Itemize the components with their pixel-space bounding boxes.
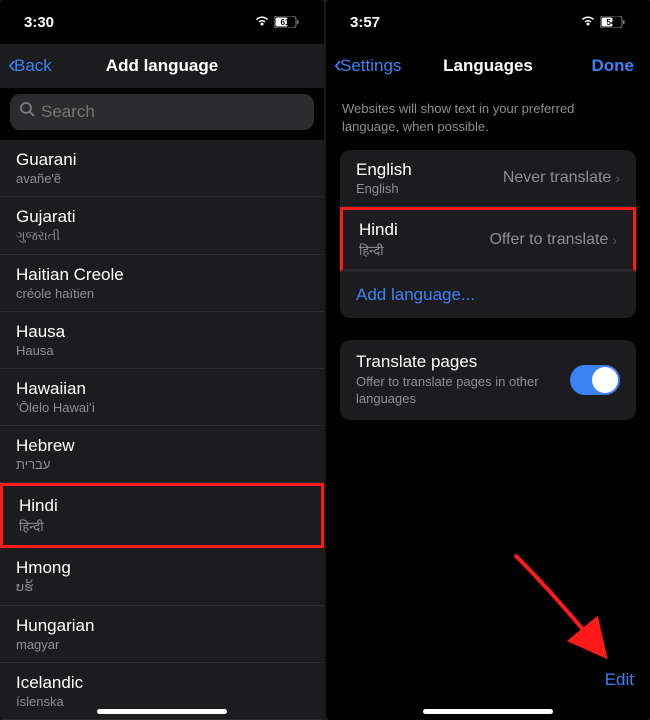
edit-button[interactable]: Edit xyxy=(605,670,634,690)
language-action: Offer to translate › xyxy=(489,231,617,249)
status-bar: 3:30 61 xyxy=(0,0,324,44)
language-name: Hindi xyxy=(19,496,305,516)
language-item[interactable]: Hmongບຮ້ xyxy=(0,548,324,606)
language-name: Hungarian xyxy=(16,616,308,636)
language-name: Hawaiian xyxy=(16,379,308,399)
back-label: Settings xyxy=(340,56,401,76)
description-text: Websites will show text in your preferre… xyxy=(326,88,650,150)
page-title: Add language xyxy=(106,56,218,76)
status-bar: 3:57 54 xyxy=(326,0,650,44)
language-name: Hebrew xyxy=(16,436,308,456)
nav-bar: ‹ Back Add language xyxy=(0,44,324,88)
language-name: Hindi xyxy=(359,220,489,240)
language-name: English xyxy=(356,160,503,180)
language-native: עברית xyxy=(16,457,308,472)
page-title: Languages xyxy=(443,56,533,76)
language-native: English xyxy=(356,181,503,196)
svg-text:61: 61 xyxy=(281,18,290,27)
translate-toggle[interactable] xyxy=(570,365,620,395)
language-native: हिन्दी xyxy=(19,517,305,535)
translate-desc: Offer to translate pages in other langua… xyxy=(356,374,546,408)
annotation-arrow xyxy=(505,545,615,670)
language-native: ບຮ້ xyxy=(16,579,308,595)
search-input[interactable] xyxy=(41,102,304,122)
translate-pages-row: Translate pages Offer to translate pages… xyxy=(340,340,636,420)
language-item[interactable]: HausaHausa xyxy=(0,312,324,369)
home-indicator[interactable] xyxy=(423,709,553,714)
search-bar[interactable] xyxy=(10,94,314,130)
language-item[interactable]: HawaiianʻŌlelo Hawaiʻi xyxy=(0,369,324,426)
configured-language-item[interactable]: Hindiहिन्दीOffer to translate › xyxy=(340,207,636,272)
back-button[interactable]: ‹ Back xyxy=(8,53,52,79)
status-icons: 61 xyxy=(254,14,300,30)
back-label: Back xyxy=(14,56,52,76)
language-item[interactable]: Guaraniavañe'ẽ xyxy=(0,140,324,197)
chevron-right-icon: › xyxy=(612,232,617,248)
search-icon xyxy=(20,102,35,122)
language-item[interactable]: Hungarianmagyar xyxy=(0,606,324,663)
language-name: Haitian Creole xyxy=(16,265,308,285)
language-native: avañe'ẽ xyxy=(16,171,308,186)
status-time: 3:30 xyxy=(24,14,54,31)
language-native: Hausa xyxy=(16,343,308,358)
wifi-icon xyxy=(254,14,270,30)
language-list: Guaraniavañe'ẽGujaratiગુજરાતીHaitian Cre… xyxy=(0,140,324,720)
nav-bar: ‹ Settings Languages Done xyxy=(326,44,650,88)
language-native: íslenska xyxy=(16,694,308,709)
screen-add-language: 3:30 61 ‹ Back Add language Guaraniavañe… xyxy=(0,0,324,720)
battery-indicator: 61 xyxy=(274,16,300,28)
chevron-right-icon: › xyxy=(615,170,620,186)
language-native: ʻŌlelo Hawaiʻi xyxy=(16,400,308,415)
configured-languages-list: EnglishEnglishNever translate ›Hindiहिन्… xyxy=(340,150,636,318)
home-indicator[interactable] xyxy=(97,709,227,714)
translate-title: Translate pages xyxy=(356,352,546,372)
language-name: Hausa xyxy=(16,322,308,342)
language-native: ગુજરાતી xyxy=(16,228,308,244)
language-name: Gujarati xyxy=(16,207,308,227)
add-language-button[interactable]: Add language... xyxy=(340,272,636,318)
wifi-icon xyxy=(580,14,596,30)
language-native: créole haïtien xyxy=(16,286,308,301)
status-icons: 54 xyxy=(580,14,626,30)
translate-section: Translate pages Offer to translate pages… xyxy=(340,340,636,420)
done-button[interactable]: Done xyxy=(592,56,643,76)
language-native: हिन्दी xyxy=(359,241,489,259)
language-name: Guarani xyxy=(16,150,308,170)
language-action: Never translate › xyxy=(503,169,620,187)
language-item[interactable]: Hebrewעברית xyxy=(0,426,324,483)
status-time: 3:57 xyxy=(350,14,380,31)
language-item[interactable]: Haitian Creolecréole haïtien xyxy=(0,255,324,312)
svg-text:54: 54 xyxy=(607,18,616,27)
configured-language-item[interactable]: EnglishEnglishNever translate › xyxy=(340,150,636,207)
back-button[interactable]: ‹ Settings xyxy=(334,53,401,79)
language-native: magyar xyxy=(16,637,308,652)
toggle-knob xyxy=(592,367,618,393)
language-item[interactable]: Gujaratiગુજરાતી xyxy=(0,197,324,255)
screen-languages: 3:57 54 ‹ Settings Languages Done Websit… xyxy=(326,0,650,720)
language-name: Hmong xyxy=(16,558,308,578)
language-item[interactable]: Hindiहिन्दी xyxy=(0,483,324,548)
battery-indicator: 54 xyxy=(600,16,626,28)
language-name: Icelandic xyxy=(16,673,308,693)
